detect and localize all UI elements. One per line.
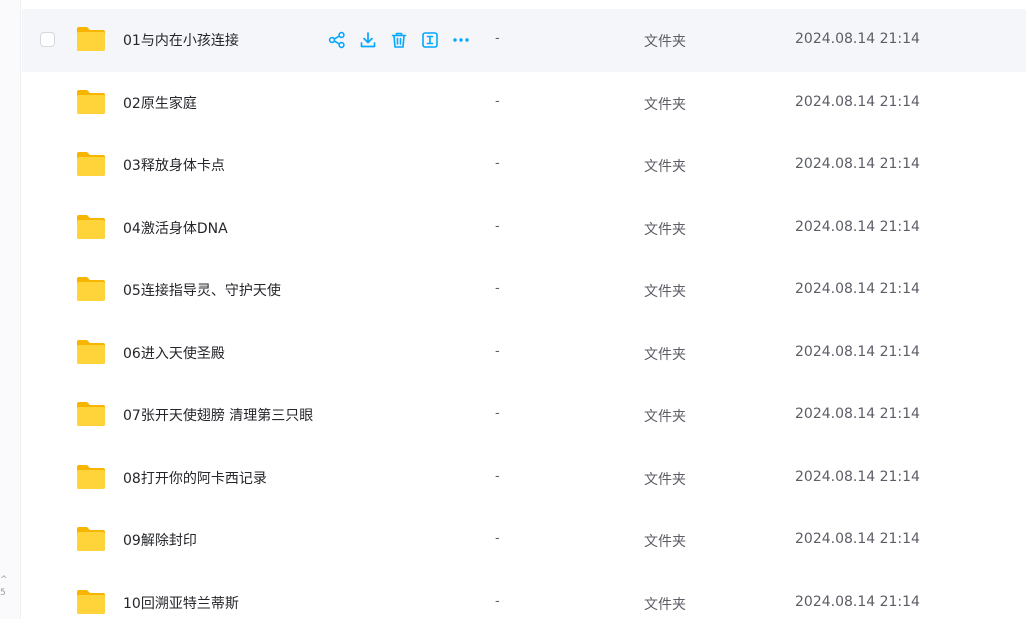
file-size: - xyxy=(495,594,500,609)
edge-mark: 5 xyxy=(0,587,10,600)
file-name[interactable]: 09解除封印 xyxy=(123,530,197,550)
folder-icon xyxy=(75,88,107,116)
file-row[interactable]: 01与内在小孩连接 xyxy=(22,9,1026,72)
file-date: 2024.08.14 21:14 xyxy=(795,344,920,360)
file-type: 文件夹 xyxy=(644,594,686,614)
file-name[interactable]: 10回溯亚特兰蒂斯 xyxy=(123,593,239,613)
file-row[interactable]: 03释放身体卡点 - 文件夹 2024.08.14 21:14 xyxy=(22,134,1026,197)
file-date: 2024.08.14 21:14 xyxy=(795,156,920,172)
file-name[interactable]: 06进入天使圣殿 xyxy=(123,343,225,363)
folder-icon xyxy=(75,338,107,366)
left-panel-edge xyxy=(0,0,21,619)
file-name[interactable]: 01与内在小孩连接 xyxy=(123,30,239,50)
file-row[interactable]: 09解除封印 - 文件夹 2024.08.14 21:14 xyxy=(22,509,1026,572)
rename-icon[interactable] xyxy=(419,30,440,50)
file-name[interactable]: 07张开天使翅膀 清理第三只眼 xyxy=(123,405,313,425)
file-date: 2024.08.14 21:14 xyxy=(795,31,920,47)
file-type: 文件夹 xyxy=(644,94,686,114)
file-date: 2024.08.14 21:14 xyxy=(795,94,920,110)
file-row[interactable]: 08打开你的阿卡西记录 - 文件夹 2024.08.14 21:14 xyxy=(22,447,1026,510)
file-type: 文件夹 xyxy=(644,469,686,489)
file-type: 文件夹 xyxy=(644,344,686,364)
file-row[interactable]: 06进入天使圣殿 - 文件夹 2024.08.14 21:14 xyxy=(22,322,1026,385)
delete-icon[interactable] xyxy=(388,30,409,50)
file-type: 文件夹 xyxy=(644,156,686,176)
file-size: - xyxy=(495,31,500,46)
file-date: 2024.08.14 21:14 xyxy=(795,219,920,235)
file-list: 01与内在小孩连接 xyxy=(22,9,1026,634)
folder-icon xyxy=(75,463,107,491)
folder-icon xyxy=(75,400,107,428)
folder-icon xyxy=(75,213,107,241)
download-icon[interactable] xyxy=(357,30,378,50)
more-icon[interactable] xyxy=(450,30,471,50)
file-date: 2024.08.14 21:14 xyxy=(795,594,920,610)
file-name[interactable]: 03释放身体卡点 xyxy=(123,155,225,175)
file-size: - xyxy=(495,344,500,359)
left-edge-marks: ^ 5 xyxy=(0,574,10,600)
file-size: - xyxy=(495,156,500,171)
file-size: - xyxy=(495,406,500,421)
file-date: 2024.08.14 21:14 xyxy=(795,469,920,485)
folder-icon xyxy=(75,588,107,616)
file-name[interactable]: 05连接指导灵、守护天使 xyxy=(123,280,281,300)
folder-icon xyxy=(75,275,107,303)
file-type: 文件夹 xyxy=(644,31,686,51)
file-date: 2024.08.14 21:14 xyxy=(795,406,920,422)
file-type: 文件夹 xyxy=(644,531,686,551)
row-checkbox[interactable] xyxy=(40,32,55,47)
folder-icon xyxy=(75,525,107,553)
file-type: 文件夹 xyxy=(644,406,686,426)
file-size: - xyxy=(495,219,500,234)
file-size: - xyxy=(495,469,500,484)
file-size: - xyxy=(495,281,500,296)
file-row[interactable]: 04激活身体DNA - 文件夹 2024.08.14 21:14 xyxy=(22,197,1026,260)
row-actions xyxy=(326,30,471,50)
edge-mark: ^ xyxy=(0,574,10,587)
file-type: 文件夹 xyxy=(644,219,686,239)
folder-icon xyxy=(75,150,107,178)
file-size: - xyxy=(495,531,500,546)
file-row[interactable]: 02原生家庭 - 文件夹 2024.08.14 21:14 xyxy=(22,72,1026,135)
file-size: - xyxy=(495,94,500,109)
folder-icon xyxy=(75,25,107,53)
file-type: 文件夹 xyxy=(644,281,686,301)
file-name[interactable]: 02原生家庭 xyxy=(123,93,197,113)
file-date: 2024.08.14 21:14 xyxy=(795,281,920,297)
file-row[interactable]: 10回溯亚特兰蒂斯 - 文件夹 2024.08.14 21:14 xyxy=(22,572,1026,634)
file-name[interactable]: 08打开你的阿卡西记录 xyxy=(123,468,267,488)
share-icon[interactable] xyxy=(326,30,347,50)
file-row[interactable]: 07张开天使翅膀 清理第三只眼 - 文件夹 2024.08.14 21:14 xyxy=(22,384,1026,447)
file-name[interactable]: 04激活身体DNA xyxy=(123,218,228,238)
file-date: 2024.08.14 21:14 xyxy=(795,531,920,547)
file-row[interactable]: 05连接指导灵、守护天使 - 文件夹 2024.08.14 21:14 xyxy=(22,259,1026,322)
